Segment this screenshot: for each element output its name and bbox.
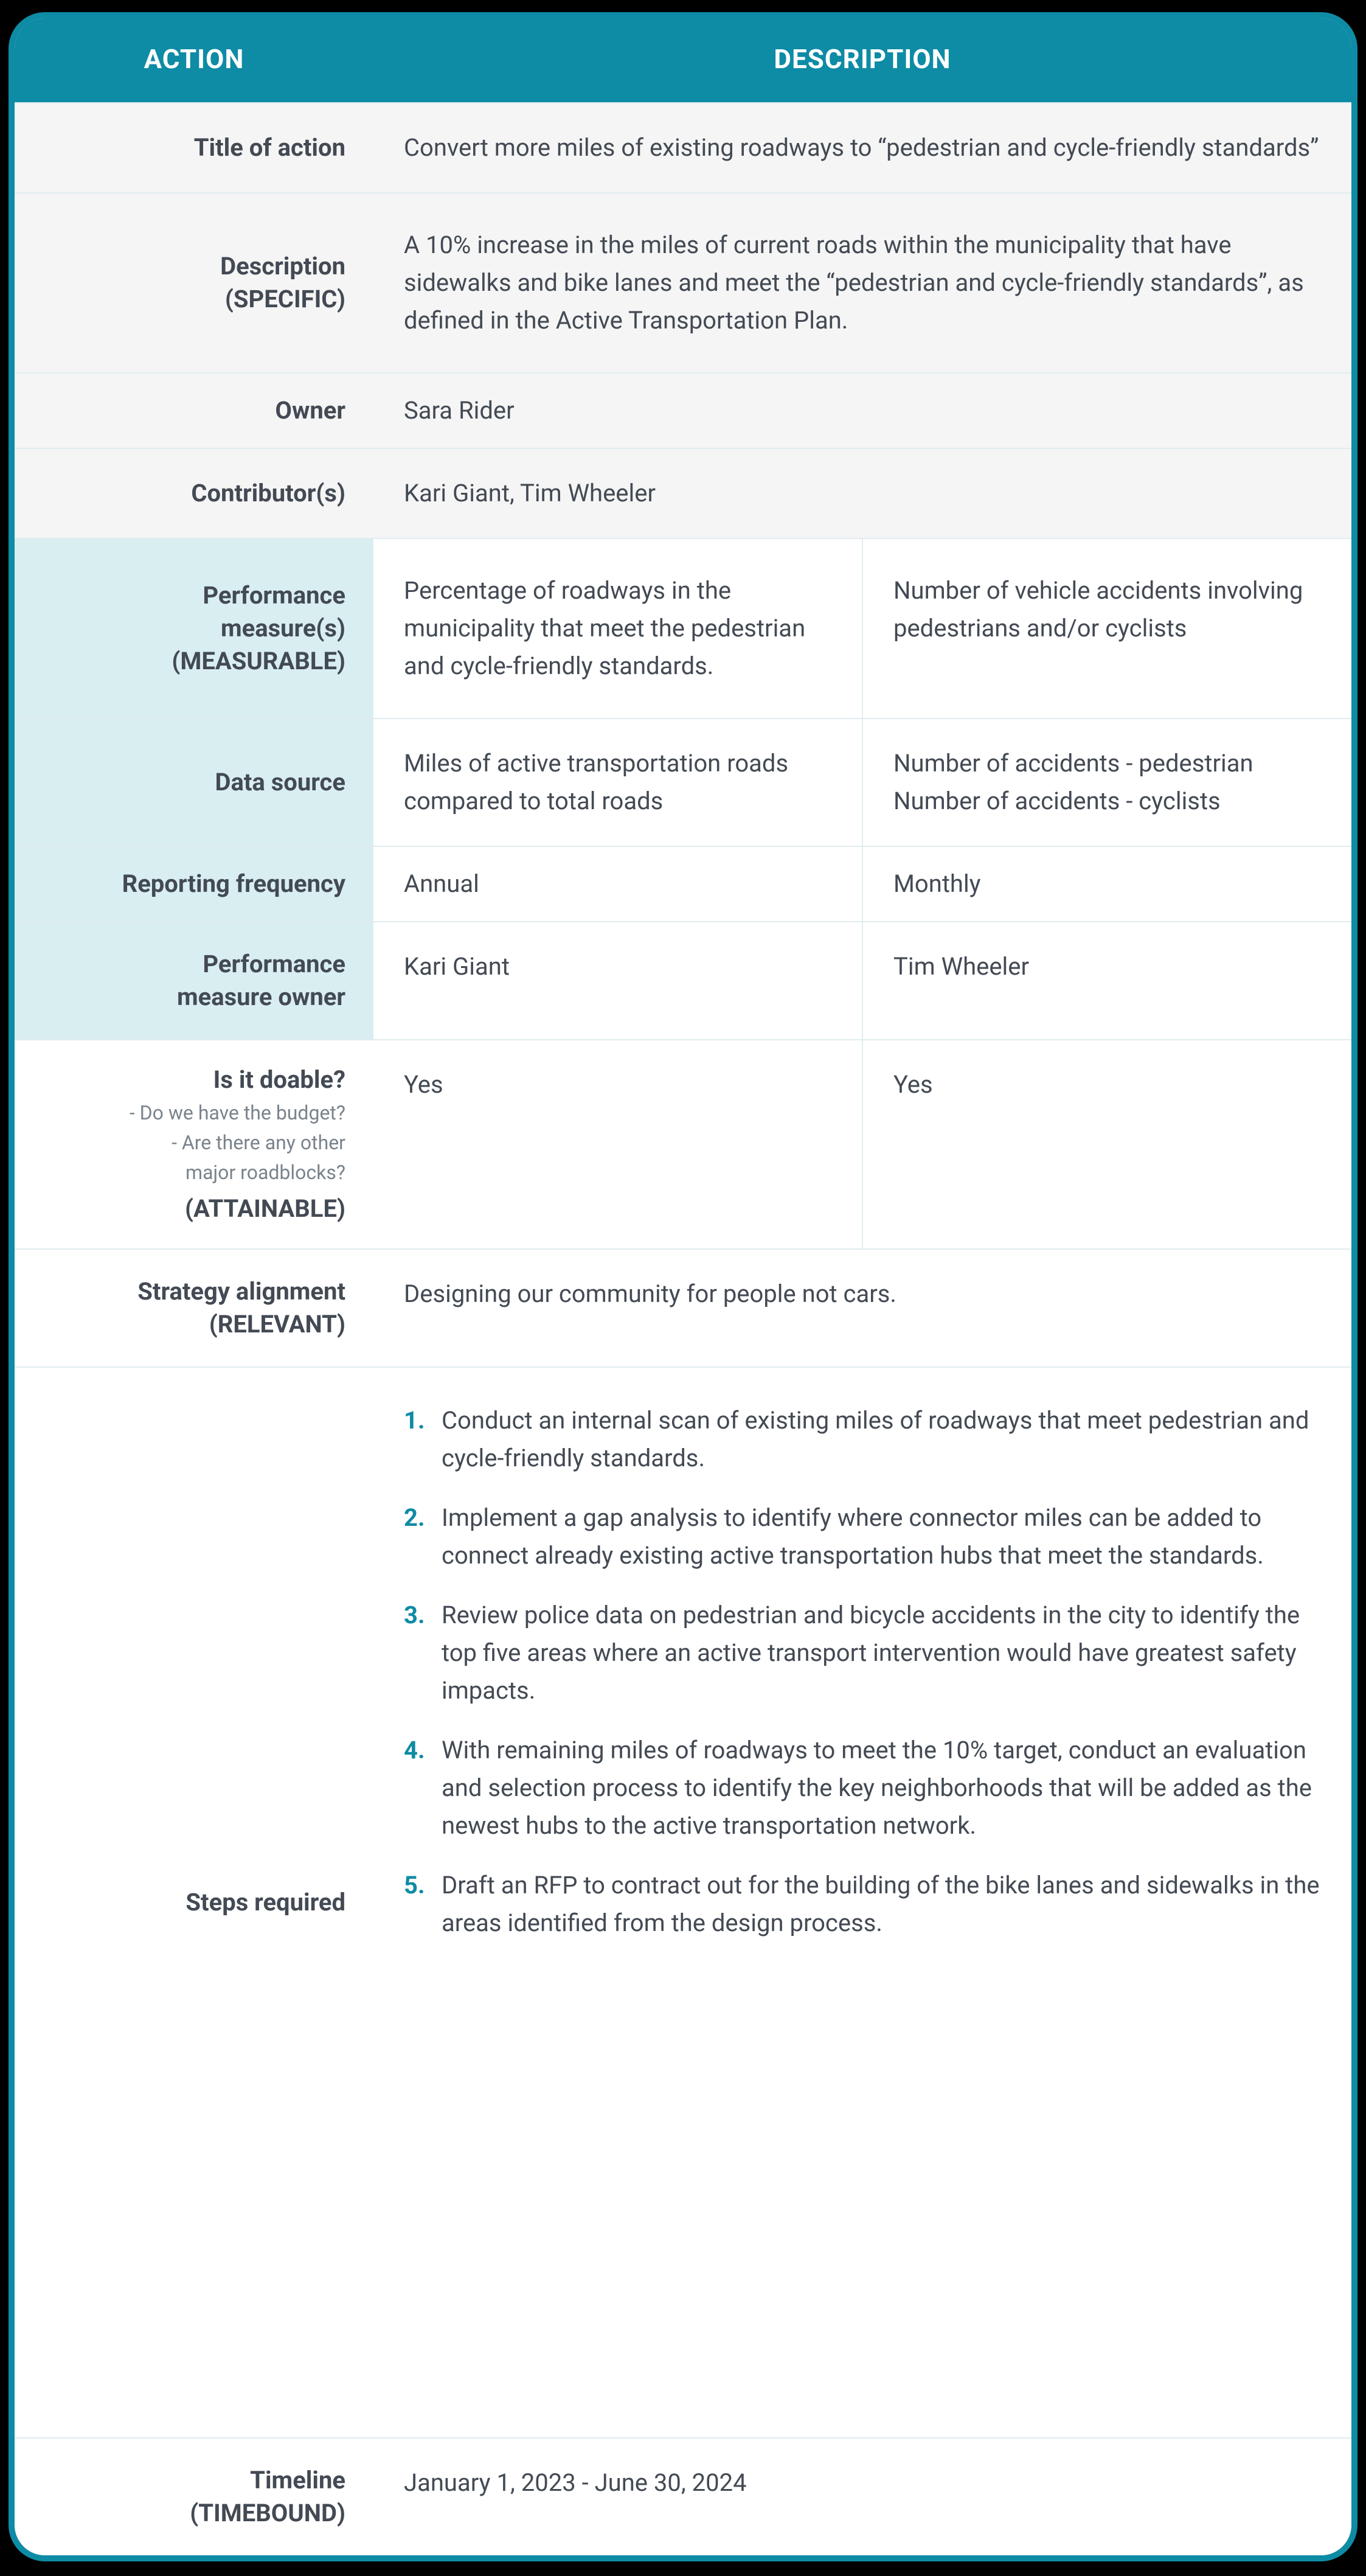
table-header: ACTION DESCRIPTION [15, 18, 1351, 102]
doable-col1: Yes [373, 1040, 862, 1248]
value-owner: Sara Rider [373, 374, 1351, 448]
label-timeline: Timeline (TIMEBOUND) [15, 2438, 373, 2555]
value-perf-measure-owner: Kari Giant Tim Wheeler [373, 922, 1351, 1039]
label-subtext: - Are there any other [172, 1130, 345, 1156]
label-description-specific: Description (SPECIFIC) [15, 193, 373, 372]
row-performance-measures: Performance measure(s) (MEASURABLE) Perc… [15, 538, 1351, 718]
value-description-specific: A 10% increase in the miles of current r… [373, 193, 1351, 372]
label-title-of-action: Title of action [15, 103, 373, 192]
step-item: Draft an RFP to contract out for the bui… [404, 1867, 1321, 1942]
label-strategy-alignment: Strategy alignment (RELEVANT) [15, 1250, 373, 1366]
row-description-specific: Description (SPECIFIC) A 10% increase in… [15, 192, 1351, 372]
perf-owner-col2: Tim Wheeler [862, 922, 1351, 1039]
label-contributors: Contributor(s) [15, 449, 373, 538]
label-perf-measure-owner: Performance measure owner [15, 922, 373, 1039]
step-item: Implement a gap analysis to identify whe… [404, 1499, 1321, 1596]
document-frame: ACTION DESCRIPTION Title of action Conve… [0, 0, 1366, 2576]
row-owner: Owner Sara Rider [15, 372, 1351, 448]
label-text: (MEASURABLE) [172, 645, 345, 678]
row-steps-required: Steps required Conduct an internal scan … [15, 1366, 1351, 2437]
header-action: ACTION [15, 18, 373, 102]
label-subtext: - Do we have the budget? [130, 1100, 345, 1126]
row-perf-measure-owner: Performance measure owner Kari Giant Tim… [15, 921, 1351, 1039]
value-steps-required: Conduct an internal scan of existing mil… [373, 1368, 1351, 2437]
value-title-of-action: Convert more miles of existing roadways … [373, 103, 1351, 192]
label-text: Timeline [250, 2464, 345, 2497]
value-performance-measures: Percentage of roadways in the municipali… [373, 539, 1351, 718]
step-item: With remaining miles of roadways to meet… [404, 1732, 1321, 1867]
label-tag: (ATTAINABLE) [185, 1192, 345, 1225]
doable-col2: Yes [862, 1040, 1351, 1248]
row-strategy-alignment: Strategy alignment (RELEVANT) Designing … [15, 1248, 1351, 1366]
perf-measure-col1: Percentage of roadways in the municipali… [373, 539, 862, 718]
value-timeline: January 1, 2023 - June 30, 2024 [373, 2438, 1351, 2555]
label-text: (TIMEBOUND) [190, 2497, 345, 2530]
label-text: (SPECIFIC) [225, 283, 345, 316]
label-owner: Owner [15, 374, 373, 448]
value-reporting-frequency: Annual Monthly [373, 847, 1351, 921]
step-item: Review police data on pedestrian and bic… [404, 1596, 1321, 1732]
label-text: measure(s) [221, 612, 345, 645]
label-text: (RELEVANT) [209, 1308, 345, 1341]
data-source-line: Number of accidents - cyclists [893, 782, 1321, 820]
label-text: Strategy alignment [137, 1275, 345, 1308]
perf-measure-col2: Number of vehicle accidents involving pe… [862, 539, 1351, 718]
label-is-doable: Is it doable? - Do we have the budget? -… [15, 1040, 373, 1248]
action-card: ACTION DESCRIPTION Title of action Conve… [9, 12, 1357, 2561]
label-reporting-frequency: Reporting frequency [15, 847, 373, 921]
label-steps-required: Steps required [15, 1368, 373, 2437]
value-strategy-alignment: Designing our community for people not c… [373, 1250, 1351, 1366]
data-source-col2: Number of accidents - pedestrian Number … [862, 719, 1351, 846]
row-timeline: Timeline (TIMEBOUND) January 1, 2023 - J… [15, 2437, 1351, 2555]
step-item: Conduct an internal scan of existing mil… [404, 1402, 1321, 1499]
label-text: measure owner [177, 981, 345, 1014]
steps-list: Conduct an internal scan of existing mil… [404, 1402, 1321, 1942]
label-data-source: Data source [15, 719, 373, 846]
header-description: DESCRIPTION [373, 18, 1351, 102]
row-data-source: Data source Miles of active transportati… [15, 718, 1351, 846]
row-title-of-action: Title of action Convert more miles of ex… [15, 102, 1351, 192]
label-performance-measures: Performance measure(s) (MEASURABLE) [15, 539, 373, 718]
label-text: Performance [203, 948, 345, 981]
label-text: Performance [203, 579, 345, 612]
row-contributors: Contributor(s) Kari Giant, Tim Wheeler [15, 448, 1351, 538]
value-is-doable: Yes Yes [373, 1040, 1351, 1248]
label-text: Description [220, 250, 345, 283]
label-text: Is it doable? [213, 1063, 345, 1096]
perf-owner-col1: Kari Giant [373, 922, 862, 1039]
data-source-col1: Miles of active transportation roads com… [373, 719, 862, 846]
value-contributors: Kari Giant, Tim Wheeler [373, 449, 1351, 538]
value-data-source: Miles of active transportation roads com… [373, 719, 1351, 846]
data-source-line: Number of accidents - pedestrian [893, 745, 1321, 782]
reporting-freq-col2: Monthly [862, 847, 1351, 921]
label-subtext: major roadblocks? [185, 1160, 345, 1186]
row-reporting-frequency: Reporting frequency Annual Monthly [15, 846, 1351, 921]
row-is-doable: Is it doable? - Do we have the budget? -… [15, 1039, 1351, 1248]
reporting-freq-col1: Annual [373, 847, 862, 921]
